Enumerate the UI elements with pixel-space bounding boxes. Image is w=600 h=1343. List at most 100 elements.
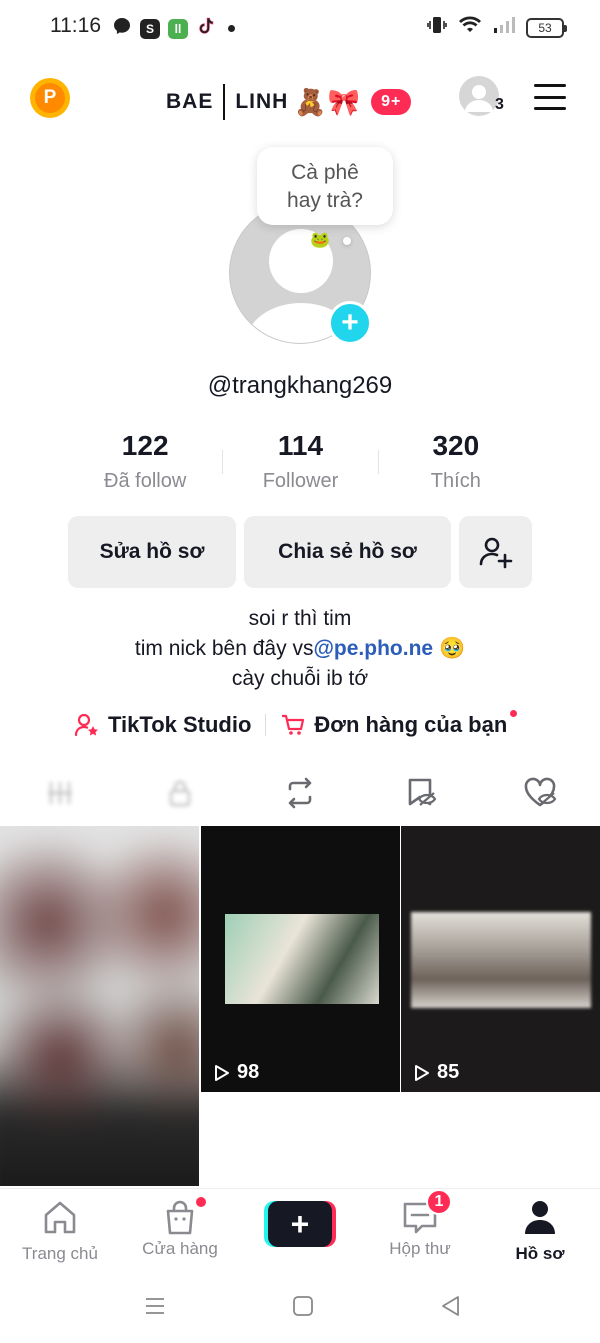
bookmark-hidden-icon [408, 778, 437, 806]
orders-notification-dot [510, 710, 518, 717]
account-count: 3 [495, 96, 504, 113]
shop-notification-dot [194, 1195, 208, 1209]
notification-badge: 9+ [371, 89, 412, 115]
studio-link-label: TikTok Studio [108, 712, 252, 737]
video-thumbnail[interactable]: 98 [201, 826, 400, 1092]
wifi-icon [458, 15, 482, 40]
view-count-value: 98 [237, 1061, 260, 1083]
note-emoji: 🐸 [310, 232, 330, 249]
note-text-line2: hay trà? [287, 189, 363, 212]
recent-apps-icon[interactable] [143, 1294, 167, 1323]
orders-link[interactable]: Đơn hàng của bạn [280, 710, 518, 738]
nav-home[interactable]: Trang chủ [5, 1199, 115, 1264]
app-icon: ll [168, 18, 188, 39]
more-notifications-dot [228, 25, 235, 32]
coins-button[interactable]: P [30, 78, 70, 118]
profile-icon [525, 1201, 555, 1234]
account-name-part2: LINH [235, 90, 289, 113]
shopping-bag-icon: S [140, 18, 160, 39]
stat-value: 122 [121, 430, 169, 461]
status-system-icons: 53 [426, 15, 567, 40]
stat-value: 114 [277, 430, 324, 461]
nav-inbox-label: Hộp thư [389, 1239, 451, 1258]
tab-reposts[interactable] [240, 770, 360, 816]
profile-bio: soi r thì tim tim nick bên đây vs@pe.pho… [0, 604, 600, 694]
stat-likes[interactable]: 320 Thích [379, 430, 533, 493]
view-count: 98 [211, 1061, 259, 1084]
messenger-icon [112, 16, 132, 41]
note-text-line1: Cà phê [291, 161, 359, 184]
account-name-part1: BAE [166, 90, 214, 113]
bubble-tail-dot [343, 237, 351, 245]
bio-line-2-text: tim nick bên đây vs [134, 637, 314, 660]
switch-account-button[interactable]: 3 [459, 76, 504, 120]
status-time: 11:16 [50, 14, 101, 37]
bio-line-3: cày chuỗi ib tớ [231, 667, 369, 690]
profile-stats: 122 Đã follow 114 Follower 320 Thích [68, 430, 533, 493]
repost-icon [288, 777, 312, 809]
video-grid: 98 85 [0, 826, 600, 1186]
heart-hidden-icon [524, 777, 557, 807]
tab-private[interactable] [120, 770, 240, 816]
home-square-icon[interactable] [291, 1294, 315, 1323]
stat-value: 320 [432, 430, 480, 461]
content-tabs [0, 770, 600, 816]
stat-following[interactable]: 122 Đã follow [68, 430, 222, 493]
profile-actions: Sửa hồ sơ Chia sẻ hồ sơ [68, 516, 532, 588]
tiktok-studio-link[interactable]: TikTok Studio [74, 712, 251, 738]
create-button[interactable]: + [264, 1201, 336, 1247]
grid-icon [48, 782, 72, 804]
bio-line-1: soi r thì tim [248, 607, 352, 630]
add-photo-plus-icon[interactable]: + [328, 301, 372, 345]
video-preview-image [225, 914, 379, 1004]
play-icon [415, 1064, 429, 1081]
nav-profile[interactable]: Hồ sơ [485, 1199, 595, 1264]
name-emojis: 🧸🎀 [294, 87, 362, 117]
stat-label: Đã follow [104, 470, 187, 492]
coin-icon: P [35, 83, 65, 113]
nav-inbox[interactable]: 1 Hộp thư [365, 1189, 475, 1259]
blurred-preview-image [0, 826, 199, 1186]
account-avatar-icon [459, 76, 499, 116]
vibrate-icon [426, 15, 448, 40]
menu-icon[interactable] [534, 84, 566, 110]
system-nav-bar [0, 1268, 600, 1343]
orders-link-label: Đơn hàng của bạn [314, 712, 508, 737]
stat-followers[interactable]: 114 Follower [223, 430, 377, 493]
back-triangle-icon[interactable] [439, 1294, 463, 1323]
share-profile-button[interactable]: Chia sẻ hồ sơ [244, 516, 451, 588]
video-preview-image [411, 912, 591, 1008]
username: @trangkhang269 [207, 372, 393, 399]
name-divider [223, 84, 226, 120]
view-count: 85 [411, 1061, 459, 1084]
bottom-nav: Trang chủ Cửa hàng + 1 Hộp thư Hồ sơ [0, 1188, 600, 1268]
note-bubble[interactable]: Cà phê hay trà? [257, 147, 393, 225]
studio-user-star-icon [74, 713, 98, 737]
profile-header: P BAE LINH 🧸🎀 9+ 3 [0, 72, 600, 122]
add-user-icon [479, 537, 512, 569]
bio-mention-link[interactable]: @pe.pho.ne [313, 637, 433, 660]
edit-profile-button[interactable]: Sửa hồ sơ [68, 516, 236, 588]
signal-icon [492, 15, 516, 40]
tab-videos[interactable] [0, 770, 120, 816]
video-thumbnail-blurred[interactable] [0, 826, 199, 1186]
view-count-value: 85 [437, 1061, 460, 1083]
nav-shop-label: Cửa hàng [142, 1239, 218, 1258]
tab-favorites[interactable] [360, 770, 480, 816]
stat-label: Follower [262, 470, 339, 492]
bio-line-2: tim nick bên đây vs@pe.pho.ne 🥹 [0, 634, 600, 664]
lock-icon [169, 780, 191, 807]
nav-shop[interactable]: Cửa hàng [125, 1195, 235, 1259]
inbox-badge: 1 [426, 1189, 452, 1215]
profile-links: TikTok Studio Đơn hàng của bạn [74, 710, 518, 738]
nav-home-label: Trang chủ [22, 1244, 98, 1263]
account-name-switcher[interactable]: BAE LINH 🧸🎀 9+ [166, 84, 412, 120]
add-friend-button[interactable] [459, 516, 532, 588]
video-thumbnail[interactable]: 85 [401, 826, 600, 1092]
nav-profile-label: Hồ sơ [515, 1244, 565, 1263]
plus-icon: + [268, 1201, 332, 1247]
tab-liked[interactable] [480, 770, 600, 816]
links-divider [265, 714, 267, 736]
battery-icon: 53 [526, 17, 567, 38]
status-notification-icons: S ll [112, 16, 235, 41]
